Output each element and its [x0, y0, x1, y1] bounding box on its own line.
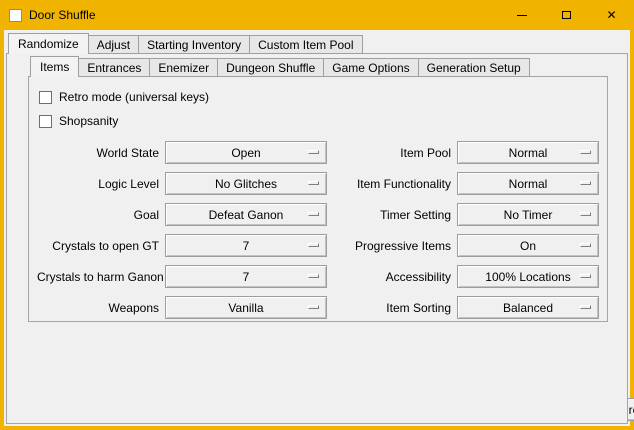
app-window: Door Shuffle ✕ Randomize Adjust Starting…: [0, 0, 634, 430]
window-content: Randomize Adjust Starting Inventory Cust…: [4, 30, 630, 426]
close-icon: ✕: [606, 9, 616, 21]
tab-generation-setup[interactable]: Generation Setup: [418, 58, 530, 77]
retro-mode-checkbox[interactable]: [39, 91, 52, 104]
tab-starting-inventory[interactable]: Starting Inventory: [138, 35, 250, 54]
progressive-items-label: Progressive Items: [333, 239, 451, 253]
dropdown-indicator-icon: [308, 181, 319, 185]
tab-custom-item-pool[interactable]: Custom Item Pool: [249, 35, 362, 54]
item-functionality-dropdown[interactable]: Normal: [457, 172, 599, 195]
timer-setting-label: Timer Setting: [333, 208, 451, 222]
progressive-items-dropdown[interactable]: On: [457, 234, 599, 257]
shopsanity-checkbox[interactable]: [39, 115, 52, 128]
maximize-icon: [562, 11, 571, 19]
dropdown-indicator-icon: [308, 243, 319, 247]
maximize-button[interactable]: [544, 0, 589, 30]
caption-buttons: ✕: [499, 0, 634, 30]
world-state-label: World State: [37, 146, 159, 160]
dropdown-indicator-icon: [580, 274, 591, 278]
dropdown-indicator-icon: [308, 150, 319, 154]
goal-dropdown[interactable]: Defeat Ganon: [165, 203, 327, 226]
sub-tab-bar: Items Entrances Enemizer Dungeon Shuffle…: [30, 56, 529, 77]
crystals-harm-ganon-dropdown[interactable]: 7: [165, 265, 327, 288]
accessibility-label: Accessibility: [333, 270, 451, 284]
item-sorting-dropdown[interactable]: Balanced: [457, 296, 599, 319]
item-pool-dropdown[interactable]: Normal: [457, 141, 599, 164]
weapons-dropdown[interactable]: Vanilla: [165, 296, 327, 319]
options-grid: World State Open Item Pool Normal Logic …: [37, 141, 599, 319]
crystals-harm-ganon-label: Crystals to harm Ganon: [37, 270, 159, 284]
close-button[interactable]: ✕: [589, 0, 634, 30]
dropdown-indicator-icon: [308, 305, 319, 309]
dropdown-indicator-icon: [580, 212, 591, 216]
crystals-open-gt-dropdown[interactable]: 7: [165, 234, 327, 257]
tab-adjust[interactable]: Adjust: [88, 35, 139, 54]
items-tab-pane: Retro mode (universal keys) Shopsanity W…: [28, 76, 608, 322]
accessibility-dropdown[interactable]: 100% Locations: [457, 265, 599, 288]
item-pool-label: Item Pool: [333, 146, 451, 160]
dropdown-indicator-icon: [580, 305, 591, 309]
tab-entrances[interactable]: Entrances: [78, 58, 150, 77]
logic-level-label: Logic Level: [37, 177, 159, 191]
shopsanity-row: Shopsanity: [39, 113, 599, 129]
window-title: Door Shuffle: [29, 8, 96, 22]
item-functionality-label: Item Functionality: [333, 177, 451, 191]
goal-label: Goal: [37, 208, 159, 222]
dropdown-indicator-icon: [580, 150, 591, 154]
dropdown-indicator-icon: [308, 212, 319, 216]
retro-mode-row: Retro mode (universal keys): [39, 89, 599, 105]
timer-setting-dropdown[interactable]: No Timer: [457, 203, 599, 226]
dropdown-indicator-icon: [308, 274, 319, 278]
dropdown-indicator-icon: [580, 243, 591, 247]
logic-level-dropdown[interactable]: No Glitches: [165, 172, 327, 195]
titlebar: Door Shuffle ✕: [0, 0, 634, 30]
tab-dungeon-shuffle[interactable]: Dungeon Shuffle: [217, 58, 324, 77]
minimize-icon: [517, 15, 527, 16]
crystals-open-gt-label: Crystals to open GT: [37, 239, 159, 253]
tab-enemizer[interactable]: Enemizer: [149, 58, 218, 77]
tab-randomize[interactable]: Randomize: [8, 33, 89, 54]
minimize-button[interactable]: [499, 0, 544, 30]
retro-mode-label: Retro mode (universal keys): [59, 90, 209, 104]
dropdown-indicator-icon: [580, 181, 591, 185]
tab-items[interactable]: Items: [30, 56, 79, 77]
world-state-dropdown[interactable]: Open: [165, 141, 327, 164]
app-icon: [9, 9, 22, 22]
weapons-label: Weapons: [37, 301, 159, 315]
shopsanity-label: Shopsanity: [59, 114, 118, 128]
main-tab-bar: Randomize Adjust Starting Inventory Cust…: [8, 33, 362, 54]
item-sorting-label: Item Sorting: [333, 301, 451, 315]
tab-game-options[interactable]: Game Options: [323, 58, 418, 77]
